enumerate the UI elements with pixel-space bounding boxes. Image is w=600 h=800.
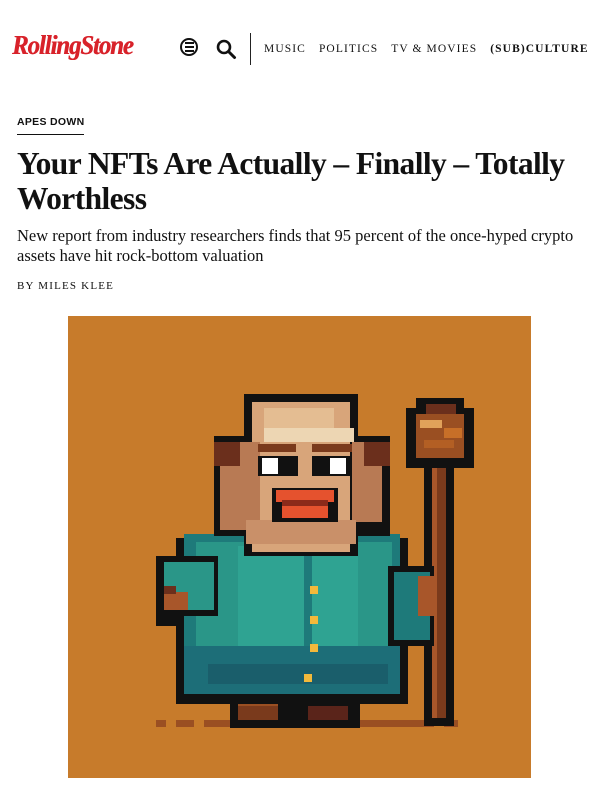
left-arm [156, 556, 218, 616]
nav-item-politics[interactable]: POLITICS [319, 43, 378, 55]
site-header: RollingStone MUSIC POLITICS TV & MOVIES … [0, 0, 600, 100]
header-divider [250, 33, 251, 65]
main-nav: MUSIC POLITICS TV & MOVIES (SUB)CULTURE [264, 43, 589, 55]
byline-prefix: BY [17, 280, 35, 292]
search-icon[interactable] [215, 38, 237, 60]
hero-image [68, 316, 531, 778]
nav-item-music[interactable]: MUSIC [264, 43, 306, 55]
author-link[interactable]: MILES KLEE [38, 280, 114, 292]
article-dek: New report from industry researchers fin… [17, 226, 574, 265]
site-logo[interactable]: RollingStone [12, 30, 134, 61]
byline: BY MILES KLEE [17, 280, 114, 292]
menu-icon[interactable] [180, 38, 198, 56]
article-headline: Your NFTs Are Actually – Finally – Total… [17, 146, 565, 216]
right-arm [388, 566, 434, 646]
article-kicker[interactable]: APES DOWN [17, 116, 85, 135]
nav-item-tv-movies[interactable]: TV & MOVIES [391, 43, 477, 55]
nav-item-subculture[interactable]: (SUB)CULTURE [490, 43, 588, 55]
